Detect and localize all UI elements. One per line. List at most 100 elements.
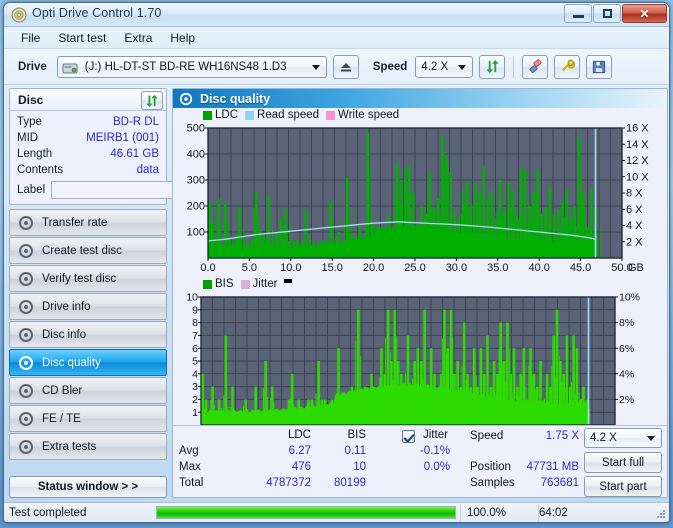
minimize-button[interactable] bbox=[564, 4, 592, 23]
disc-row-key: Length bbox=[17, 148, 53, 160]
left-sidebar: Disc Type BD-R DL MID MEIRB1 (001) Lengt… bbox=[9, 88, 257, 498]
sidebar-item-create-test-disc[interactable]: Create test disc bbox=[9, 237, 167, 264]
chevron-down-icon bbox=[458, 64, 467, 70]
sidebar-item-drive-info[interactable]: Drive info bbox=[9, 293, 167, 320]
tools-button[interactable] bbox=[554, 54, 581, 79]
svg-text:500: 500 bbox=[187, 124, 205, 135]
svg-text:10 X: 10 X bbox=[626, 171, 649, 183]
svg-text:25.0: 25.0 bbox=[404, 262, 425, 274]
disc-icon bbox=[18, 439, 34, 455]
status-window-button[interactable]: Status window > > bbox=[9, 476, 167, 498]
svg-text:6 X: 6 X bbox=[626, 204, 643, 216]
sidebar-item-fe-te[interactable]: FE / TE bbox=[9, 405, 167, 432]
svg-text:6%: 6% bbox=[619, 343, 634, 355]
svg-text:400: 400 bbox=[187, 149, 205, 161]
tools-icon bbox=[561, 59, 575, 72]
sidebar-item-label: FE / TE bbox=[42, 412, 81, 425]
refresh-icon bbox=[486, 59, 499, 74]
sidebar-item-label: Disc quality bbox=[42, 356, 101, 369]
eject-icon bbox=[340, 62, 351, 71]
maximize-button[interactable] bbox=[593, 4, 621, 23]
sidebar-item-verify-test-disc[interactable]: Verify test disc bbox=[9, 265, 167, 292]
svg-text:5: 5 bbox=[192, 356, 198, 368]
disc-label-key: Label bbox=[17, 183, 46, 196]
sidebar-item-cd-bler[interactable]: CD Bler bbox=[9, 377, 167, 404]
disc-row-type: Type BD-R DL bbox=[10, 114, 166, 130]
window-title: Opti Drive Control 1.70 bbox=[32, 6, 162, 20]
samples-label: Samples bbox=[470, 477, 515, 489]
test-speed-select[interactable]: 4.2 X bbox=[584, 428, 662, 448]
legend-marker-icon bbox=[284, 278, 293, 283]
stats-jitter-max: 0.0% bbox=[423, 461, 450, 473]
legend-label: Write speed bbox=[338, 109, 400, 121]
disc-icon bbox=[179, 92, 193, 106]
svg-text:4%: 4% bbox=[619, 368, 634, 380]
disc-icon bbox=[18, 271, 34, 287]
refresh-button[interactable] bbox=[479, 54, 506, 79]
svg-text:6: 6 bbox=[192, 343, 198, 355]
menu-item-file[interactable]: File bbox=[12, 29, 49, 47]
start-full-button[interactable]: Start full bbox=[584, 452, 662, 473]
bis-chart-svg: 123456789102%4%6%8%10%0.05.010.015.020.0… bbox=[186, 293, 640, 441]
legend-swatch bbox=[240, 279, 250, 289]
svg-text:1: 1 bbox=[192, 407, 198, 419]
elapsed-time: 64:02 bbox=[538, 503, 669, 522]
resize-grip-icon[interactable] bbox=[656, 509, 666, 519]
sidebar-item-label: Transfer rate bbox=[42, 216, 108, 229]
refresh-icon bbox=[146, 94, 158, 107]
svg-text:45.0: 45.0 bbox=[570, 262, 591, 274]
menu-item-start-test[interactable]: Start test bbox=[49, 29, 115, 47]
test-speed-value: 4.2 X bbox=[590, 432, 617, 444]
disc-row-contents: Contents data bbox=[10, 162, 166, 178]
disc-icon bbox=[18, 327, 34, 343]
samples-value: 763681 bbox=[540, 477, 579, 489]
drive-value: (J:) HL-DT-ST BD-RE WH16NS48 1.D3 bbox=[84, 60, 287, 73]
sidebar-item-disc-quality[interactable]: Disc quality bbox=[9, 349, 167, 376]
eject-button[interactable] bbox=[332, 54, 359, 79]
legend-label: Read speed bbox=[257, 109, 320, 121]
application-window: Opti Drive Control 1.70 ✕ File Start tes… bbox=[3, 2, 670, 523]
svg-text:16 X: 16 X bbox=[626, 124, 649, 135]
legend-item-ldc: LDC bbox=[203, 109, 238, 121]
jitter-checkbox[interactable] bbox=[402, 430, 415, 443]
disc-panel-title: Disc bbox=[18, 92, 44, 107]
erase-button[interactable] bbox=[522, 54, 549, 79]
bis-chart-legend: BIS Jitter bbox=[203, 278, 302, 290]
panel-title: Disc quality bbox=[200, 91, 271, 106]
disc-label-row: Label bbox=[10, 178, 257, 200]
drive-select[interactable]: (J:) HL-DT-ST BD-RE WH16NS48 1.D3 bbox=[56, 55, 327, 78]
svg-text:8%: 8% bbox=[619, 317, 634, 329]
disc-icon bbox=[18, 411, 34, 427]
speed-select[interactable]: 4.2 X bbox=[415, 55, 474, 78]
legend-swatch bbox=[203, 110, 212, 120]
svg-text:20.0: 20.0 bbox=[363, 262, 384, 274]
svg-text:10: 10 bbox=[186, 293, 198, 304]
main-body: Disc Type BD-R DL MID MEIRB1 (001) Lengt… bbox=[4, 85, 669, 522]
disc-refresh-button[interactable] bbox=[141, 91, 163, 110]
sidebar-item-label: Verify test disc bbox=[42, 272, 117, 285]
sidebar-item-label: Extra tests bbox=[42, 440, 97, 453]
drive-label: Drive bbox=[18, 60, 47, 73]
position-value: 47731 MB bbox=[526, 461, 579, 473]
window-controls: ✕ bbox=[563, 4, 667, 23]
svg-text:15.0: 15.0 bbox=[321, 262, 342, 274]
svg-text:2: 2 bbox=[192, 394, 198, 406]
menu-item-help[interactable]: Help bbox=[161, 29, 204, 47]
svg-text:100: 100 bbox=[187, 227, 205, 239]
sidebar-item-disc-info[interactable]: Disc info bbox=[9, 321, 167, 348]
sidebar-item-transfer-rate[interactable]: Transfer rate bbox=[9, 209, 167, 236]
legend-item-write-speed: Write speed bbox=[326, 109, 399, 121]
title-bar: Opti Drive Control 1.70 ✕ bbox=[4, 3, 669, 27]
menu-item-extra[interactable]: Extra bbox=[115, 29, 161, 47]
start-part-button[interactable]: Start part bbox=[584, 476, 662, 497]
save-button[interactable] bbox=[586, 54, 613, 79]
stats-bis-total: 80199 bbox=[334, 477, 366, 489]
sidebar-item-extra-tests[interactable]: Extra tests bbox=[9, 433, 167, 460]
legend-swatch bbox=[245, 110, 255, 120]
svg-text:4 X: 4 X bbox=[626, 220, 643, 232]
desktop-background: Opti Drive Control 1.70 ✕ File Start tes… bbox=[0, 0, 673, 528]
disc-icon bbox=[18, 299, 34, 315]
svg-text:300: 300 bbox=[187, 175, 205, 187]
toolbar: Drive (J:) HL-DT-ST BD-RE WH16NS48 1.D3 … bbox=[4, 49, 669, 85]
close-button[interactable]: ✕ bbox=[622, 4, 667, 23]
